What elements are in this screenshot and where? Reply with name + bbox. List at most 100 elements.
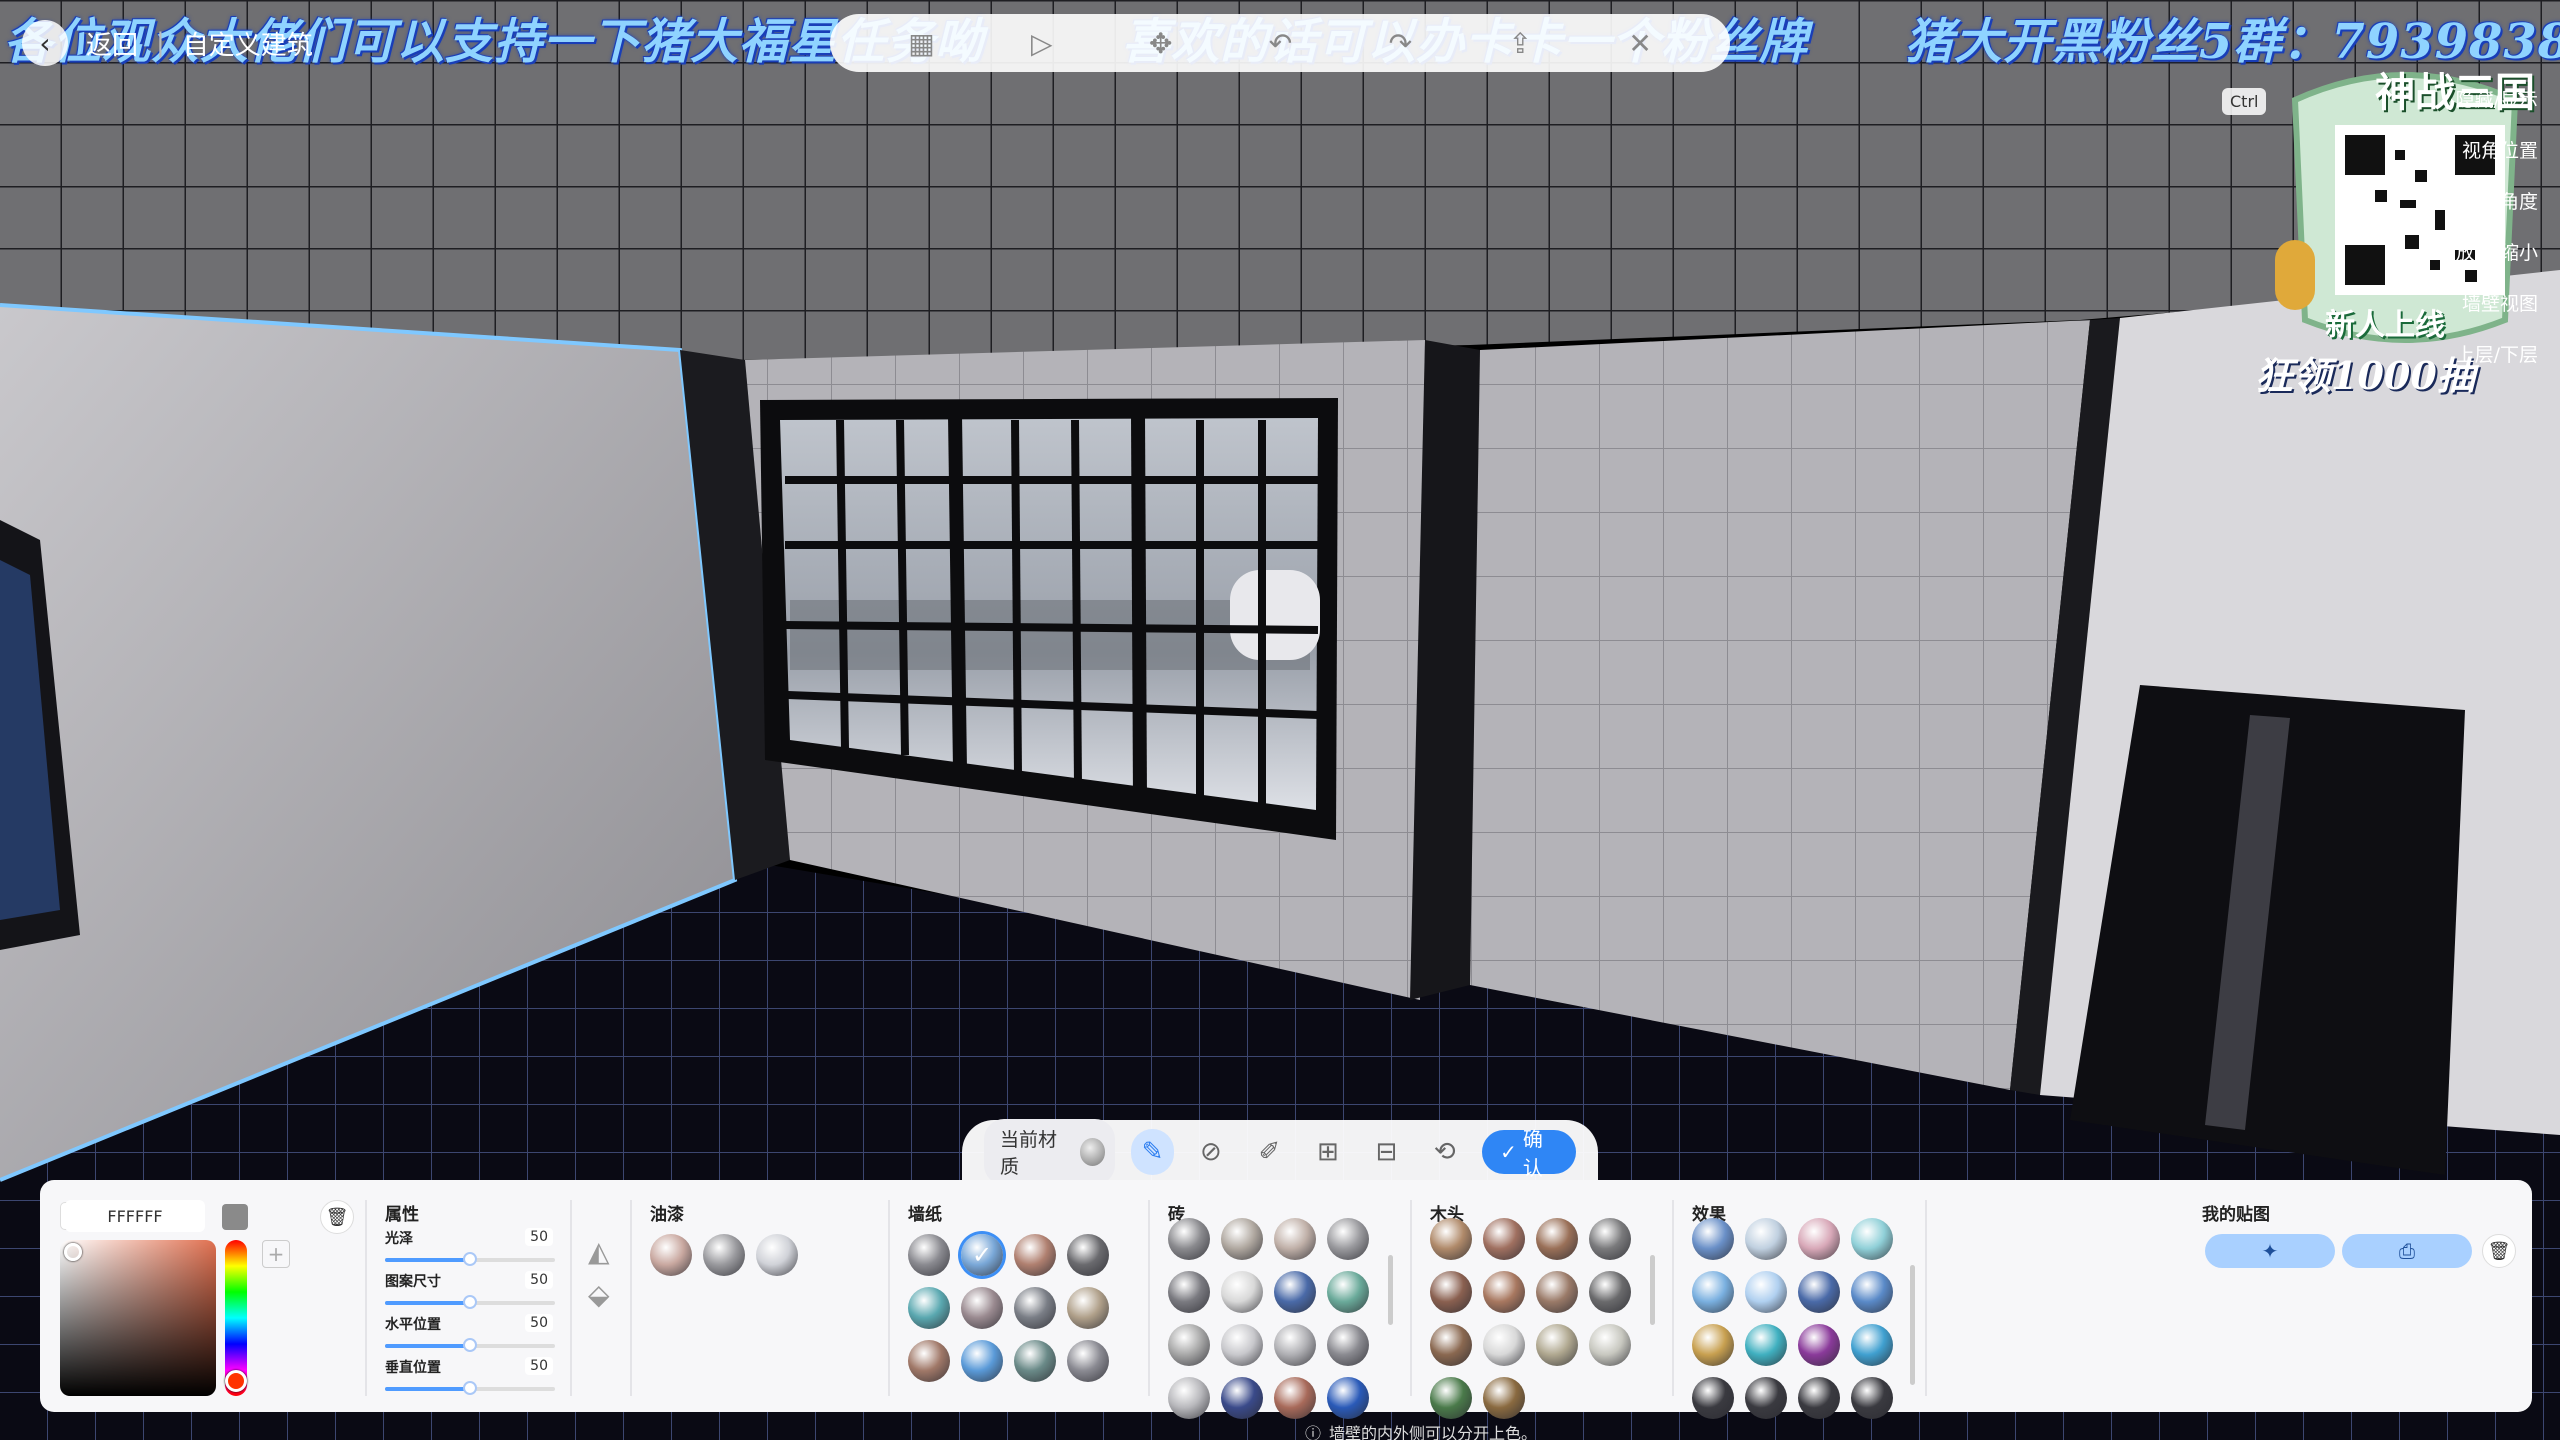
redo-icon[interactable]: ↷ xyxy=(1389,27,1412,60)
material-swatch[interactable] xyxy=(1483,1377,1525,1419)
current-material-chip[interactable]: 当前材质 xyxy=(984,1119,1116,1185)
flip-horizontal-icon[interactable]: ◭ xyxy=(588,1235,610,1268)
material-swatch[interactable] xyxy=(1221,1271,1263,1313)
material-swatch[interactable] xyxy=(1327,1218,1369,1260)
material-swatch[interactable] xyxy=(1067,1287,1109,1329)
material-swatch[interactable] xyxy=(1274,1377,1316,1419)
material-swatch[interactable] xyxy=(1536,1271,1578,1313)
effect-scrollbar[interactable] xyxy=(1910,1265,1915,1385)
material-swatch[interactable] xyxy=(1430,1377,1472,1419)
material-swatch[interactable] xyxy=(756,1234,798,1276)
confirm-button[interactable]: ✓ 确认 xyxy=(1482,1127,1576,1180)
material-swatch[interactable] xyxy=(1327,1377,1369,1419)
material-swatch[interactable] xyxy=(1851,1271,1893,1313)
material-swatch[interactable] xyxy=(1014,1234,1056,1276)
property-slider[interactable] xyxy=(385,1252,555,1266)
brick-scrollbar[interactable] xyxy=(1388,1255,1393,1325)
hex-color-input[interactable]: FFFFFF xyxy=(65,1200,205,1232)
export-icon[interactable]: ⇪ xyxy=(1508,27,1531,60)
flip-vertical-icon[interactable]: ⬙ xyxy=(588,1278,610,1311)
secondary-color-swatch[interactable] xyxy=(222,1204,248,1230)
slider-knob[interactable] xyxy=(463,1252,477,1266)
material-swatch[interactable] xyxy=(1745,1324,1787,1366)
material-swatch[interactable] xyxy=(1851,1377,1893,1419)
select-remove-icon[interactable]: ⊟ xyxy=(1365,1129,1407,1175)
material-swatch[interactable] xyxy=(1327,1271,1369,1313)
material-swatch[interactable] xyxy=(1014,1340,1056,1382)
material-swatch[interactable] xyxy=(1274,1324,1316,1366)
saturation-knob[interactable] xyxy=(64,1243,82,1261)
property-slider[interactable] xyxy=(385,1295,555,1309)
material-swatch[interactable] xyxy=(1483,1218,1525,1260)
material-swatch[interactable] xyxy=(1221,1377,1263,1419)
material-swatch[interactable] xyxy=(1168,1377,1210,1419)
material-swatch[interactable] xyxy=(1483,1324,1525,1366)
material-swatch[interactable] xyxy=(908,1234,950,1276)
move-icon[interactable]: ✥ xyxy=(1149,27,1172,60)
material-swatch[interactable] xyxy=(908,1340,950,1382)
material-swatch[interactable] xyxy=(1745,1218,1787,1260)
add-color-icon[interactable]: + xyxy=(262,1240,290,1268)
paint-brush-icon[interactable]: ✎ xyxy=(1131,1129,1174,1175)
delete-icon[interactable]: ✕ xyxy=(1628,27,1651,60)
property-value[interactable]: 50 xyxy=(525,1271,553,1289)
slider-knob[interactable] xyxy=(463,1295,477,1309)
reset-icon[interactable]: ⟲ xyxy=(1424,1129,1466,1175)
material-swatch[interactable] xyxy=(1327,1324,1369,1366)
material-swatch[interactable] xyxy=(1851,1218,1893,1260)
replace-material-icon[interactable]: ⊘ xyxy=(1190,1129,1232,1175)
material-swatch[interactable] xyxy=(1483,1271,1525,1313)
material-swatch[interactable] xyxy=(908,1287,950,1329)
property-slider[interactable] xyxy=(385,1381,555,1395)
pointer-icon[interactable]: ▷ xyxy=(1031,27,1053,60)
eyedropper-icon[interactable]: ✐ xyxy=(1248,1129,1290,1175)
property-value[interactable]: 50 xyxy=(525,1314,553,1332)
material-swatch[interactable] xyxy=(1430,1218,1472,1260)
material-swatch[interactable] xyxy=(1798,1218,1840,1260)
material-swatch[interactable] xyxy=(1274,1271,1316,1313)
select-add-icon[interactable]: ⊞ xyxy=(1307,1129,1349,1175)
material-swatch[interactable] xyxy=(1798,1271,1840,1313)
material-swatch[interactable] xyxy=(961,1340,1003,1382)
material-swatch[interactable] xyxy=(650,1234,692,1276)
property-slider[interactable] xyxy=(385,1338,555,1352)
material-swatch[interactable] xyxy=(1536,1218,1578,1260)
slider-knob[interactable] xyxy=(463,1338,477,1352)
hue-knob[interactable] xyxy=(225,1370,247,1392)
material-swatch[interactable] xyxy=(1168,1271,1210,1313)
material-swatch[interactable] xyxy=(1692,1377,1734,1419)
material-swatch[interactable] xyxy=(1798,1324,1840,1366)
material-swatch[interactable] xyxy=(1589,1218,1631,1260)
material-swatch[interactable] xyxy=(1430,1324,1472,1366)
material-swatch[interactable] xyxy=(961,1287,1003,1329)
material-swatch[interactable] xyxy=(1589,1324,1631,1366)
back-label[interactable]: 返回 xyxy=(86,25,138,62)
material-swatch[interactable] xyxy=(1851,1324,1893,1366)
material-swatch[interactable] xyxy=(1014,1287,1056,1329)
saturation-picker[interactable] xyxy=(60,1240,216,1396)
undo-icon[interactable]: ↶ xyxy=(1269,27,1292,60)
material-swatch[interactable] xyxy=(1589,1271,1631,1313)
trash-icon[interactable]: 🗑 xyxy=(320,1200,354,1234)
material-swatch[interactable] xyxy=(1067,1234,1109,1276)
material-swatch[interactable] xyxy=(1221,1324,1263,1366)
back-button[interactable]: ‹ xyxy=(22,20,68,66)
material-swatch[interactable] xyxy=(1067,1340,1109,1382)
material-swatch[interactable] xyxy=(1692,1324,1734,1366)
sticker-trash-icon[interactable]: 🗑 xyxy=(2482,1234,2516,1268)
property-value[interactable]: 50 xyxy=(525,1357,553,1375)
material-swatch[interactable] xyxy=(1692,1218,1734,1260)
slider-knob[interactable] xyxy=(463,1381,477,1395)
material-swatch[interactable]: ✓ xyxy=(961,1234,1003,1276)
grid-icon[interactable]: ▦ xyxy=(908,27,934,60)
material-swatch[interactable] xyxy=(1274,1218,1316,1260)
material-swatch[interactable] xyxy=(1745,1271,1787,1313)
import-sticker-button[interactable]: ⎙ xyxy=(2342,1234,2472,1268)
material-swatch[interactable] xyxy=(703,1234,745,1276)
property-value[interactable]: 50 xyxy=(525,1228,553,1246)
material-swatch[interactable] xyxy=(1168,1218,1210,1260)
material-swatch[interactable] xyxy=(1798,1377,1840,1419)
material-swatch[interactable] xyxy=(1221,1218,1263,1260)
material-swatch[interactable] xyxy=(1745,1377,1787,1419)
add-sticker-button[interactable]: ✦ xyxy=(2205,1234,2335,1268)
